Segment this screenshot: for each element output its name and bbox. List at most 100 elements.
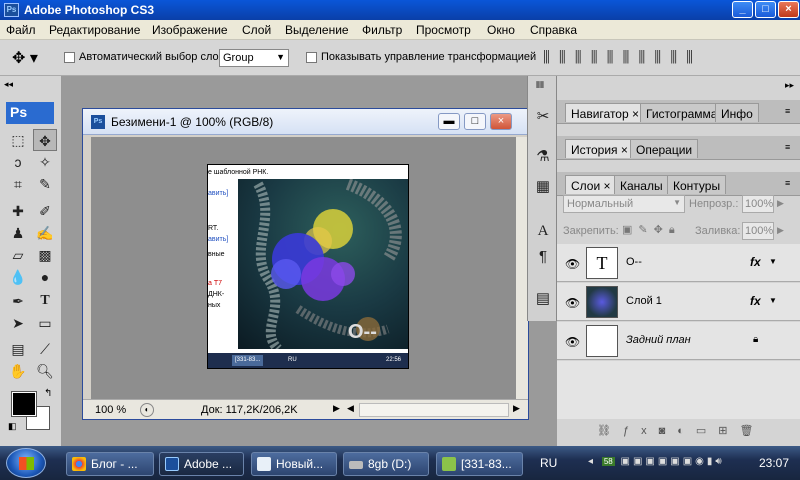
healing-brush-tool-icon[interactable]: ✚	[6, 200, 30, 222]
opacity-arrow-icon[interactable]: ▶	[777, 198, 784, 209]
tab-actions[interactable]: Операции	[630, 139, 699, 158]
layer-comps-icon[interactable]: ▤	[532, 288, 554, 310]
type-tool-icon[interactable]: T	[33, 290, 57, 312]
character-icon[interactable]: A	[532, 220, 554, 242]
taskbar-button-window[interactable]: [331-83...	[436, 452, 523, 476]
auto-select-dropdown[interactable]: Group ▼	[219, 49, 289, 67]
horizontal-scroll-left-icon[interactable]: ◀	[347, 403, 354, 414]
history-brush-tool-icon[interactable]: ✍	[33, 222, 57, 244]
zoom-level[interactable]: 100 %	[95, 404, 126, 416]
tab-navigator[interactable]: Навигатор ×	[565, 103, 645, 122]
document-title-bar[interactable]: Ps Безимени-1 @ 100% (RGB/8) ▬ □ ×	[83, 109, 528, 135]
menu-window[interactable]: Окно	[487, 23, 515, 37]
close-button[interactable]: ×	[778, 1, 799, 18]
swap-colors-icon[interactable]: ↰	[44, 388, 52, 399]
menu-view[interactable]: Просмотр	[416, 23, 471, 37]
tool-presets-icon[interactable]: ✂	[532, 106, 554, 128]
toolbox-collapse-icon[interactable]: ◂◂	[4, 79, 13, 90]
minimize-button[interactable]: _	[732, 1, 753, 18]
clock[interactable]: 23:07	[759, 456, 789, 470]
layer-name[interactable]: O--	[626, 256, 642, 268]
auto-select-checkbox[interactable]	[64, 52, 75, 63]
menu-help[interactable]: Справка	[530, 23, 577, 37]
visibility-eye-icon[interactable]: 👁︎	[565, 257, 580, 271]
menu-edit[interactable]: Редактирование	[49, 23, 140, 37]
tab-layers[interactable]: Слои ×	[565, 175, 617, 194]
brush-tool-icon[interactable]: ✐	[33, 200, 57, 222]
panel-collapse-icon[interactable]: ▸▸	[785, 80, 794, 91]
eraser-tool-icon[interactable]: ▱	[6, 244, 30, 266]
opacity-field[interactable]: 100%	[742, 195, 774, 213]
start-button[interactable]	[6, 448, 46, 478]
language-indicator[interactable]: RU	[540, 456, 557, 470]
visibility-eye-icon[interactable]: 👁︎	[565, 335, 580, 349]
lasso-tool-icon[interactable]: ↄ	[6, 151, 30, 173]
taskbar-button-chrome[interactable]: Блог - ...	[66, 452, 154, 476]
menu-filter[interactable]: Фильтр	[362, 23, 402, 37]
layer-row[interactable]: 👁︎ Задний план 🔒︎	[557, 322, 800, 360]
fill-arrow-icon[interactable]: ▶	[777, 225, 784, 236]
paragraph-icon[interactable]: ¶	[532, 246, 554, 268]
gradient-tool-icon[interactable]: ▩	[33, 244, 57, 266]
visibility-eye-icon[interactable]: 👁︎	[565, 296, 580, 310]
dodge-tool-icon[interactable]: ●	[33, 266, 57, 288]
move-tool-icon[interactable]: ✥	[33, 129, 57, 151]
tab-info[interactable]: Инфо	[715, 103, 759, 122]
path-selection-tool-icon[interactable]: ➤	[6, 312, 30, 334]
panel-menu-icon[interactable]: ≡	[785, 178, 790, 188]
document-maximize-button[interactable]: □	[464, 113, 486, 130]
slice-tool-icon[interactable]: ✎	[33, 173, 57, 195]
taskbar-button-drive[interactable]: 8gb (D:)	[343, 452, 429, 476]
marquee-tool-icon[interactable]: ⬚	[6, 129, 30, 151]
tab-paths[interactable]: Контуры	[667, 175, 727, 194]
layer-row[interactable]: 👁︎ T O-- fx ▼	[557, 244, 800, 282]
default-colors-icon[interactable]: ◧	[8, 421, 17, 432]
foreground-color-swatch[interactable]	[11, 391, 37, 417]
layer-name[interactable]: Задний план	[626, 334, 691, 346]
tab-histogram[interactable]: Гистограмма	[640, 103, 724, 122]
document-close-button[interactable]: ×	[490, 113, 512, 130]
lock-icons[interactable]: ▣✎✥🔒︎	[622, 223, 681, 237]
document-minimize-button[interactable]: ▬	[438, 113, 460, 130]
tab-channels[interactable]: Каналы	[614, 175, 669, 194]
expand-effects-icon[interactable]: ▼	[769, 296, 777, 305]
magic-wand-tool-icon[interactable]: ✧	[33, 151, 57, 173]
layer-row[interactable]: 👁︎ Слой 1 fx ▼	[557, 283, 800, 321]
dock-grip-icon[interactable]: ⦀⦀	[536, 80, 544, 91]
layers-footer-icons[interactable]: ⛓ƒx◙◐▭⊞🗑︎	[597, 424, 765, 437]
layer-name[interactable]: Слой 1	[626, 295, 662, 307]
hand-tool-icon[interactable]: ✋	[6, 360, 30, 382]
notes-tool-icon[interactable]: ▤	[6, 338, 30, 360]
menu-image[interactable]: Изображение	[152, 23, 228, 37]
menu-file[interactable]: Файл	[6, 23, 36, 37]
status-arrow-icon[interactable]: ▶	[333, 403, 340, 414]
menu-layer[interactable]: Слой	[242, 23, 271, 37]
taskbar-button-photoshop[interactable]: Adobe ...	[159, 452, 244, 476]
fx-icon[interactable]: fx	[750, 255, 761, 269]
tray-icons[interactable]: ◂ 58 ▣▣▣▣▣▣◉▮🔊︎	[588, 456, 725, 467]
tab-history[interactable]: История ×	[565, 139, 634, 158]
show-transform-checkbox[interactable]	[306, 52, 317, 63]
blur-tool-icon[interactable]: 💧	[6, 266, 30, 288]
taskbar-button-notepad[interactable]: Новый...	[251, 452, 337, 476]
maximize-button[interactable]: □	[755, 1, 776, 18]
align-buttons-group[interactable]: ⫼⫼⫼⫼⫼⫼⫼⫼⫼⫼	[543, 49, 702, 66]
panel-menu-icon[interactable]: ≡	[785, 142, 790, 152]
fx-icon[interactable]: fx	[750, 294, 761, 308]
pen-tool-icon[interactable]: ✒	[6, 290, 30, 312]
brushes-icon[interactable]: ⚗	[532, 146, 554, 168]
panel-menu-icon[interactable]: ≡	[785, 106, 790, 116]
horizontal-scroll-right-icon[interactable]: ▶	[513, 403, 520, 414]
clone-source-icon[interactable]: ▦	[532, 176, 554, 198]
expand-effects-icon[interactable]: ▼	[769, 257, 777, 266]
crop-tool-icon[interactable]: ⌗	[6, 173, 30, 195]
menu-select[interactable]: Выделение	[285, 23, 349, 37]
status-menu-icon[interactable]: ◐	[140, 403, 154, 417]
eyedropper-tool-icon[interactable]: ⟋	[33, 338, 57, 360]
zoom-tool-icon[interactable]: 🔍︎	[33, 360, 57, 382]
fill-field[interactable]: 100%	[742, 222, 774, 240]
move-tool-preset-icon[interactable]: ✥ ▾	[12, 48, 38, 68]
canvas-area[interactable]: е шаблонной РНК. авить] RT. авить] вные …	[91, 137, 529, 399]
blend-mode-dropdown[interactable]: Нормальный ▼	[563, 195, 685, 213]
shape-tool-icon[interactable]: ▭	[33, 312, 57, 334]
